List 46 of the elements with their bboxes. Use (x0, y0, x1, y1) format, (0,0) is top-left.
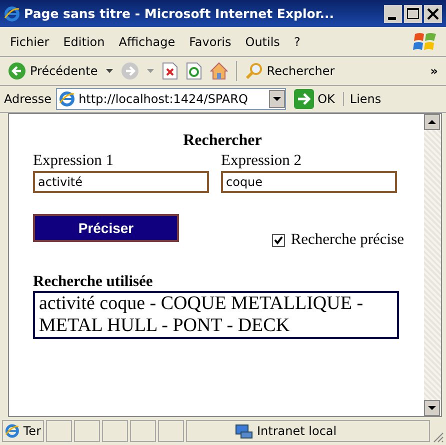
refresh-icon[interactable] (186, 62, 202, 80)
window-title: Page sans titre - Microsoft Internet Explor... (24, 6, 335, 21)
status-pane (74, 420, 100, 442)
status-pane (46, 420, 72, 442)
scrollbar[interactable] (424, 114, 441, 416)
close-icon[interactable] (424, 4, 442, 22)
browser-icon (4, 6, 20, 22)
home-icon[interactable] (210, 62, 228, 80)
resize-grip-icon[interactable] (432, 431, 444, 443)
dropdown-arrow-icon[interactable] (106, 69, 113, 73)
dropdown-icon[interactable] (268, 90, 285, 108)
status-pane (102, 420, 128, 442)
network-icon (235, 423, 253, 439)
page-icon (58, 91, 75, 107)
minimize-icon[interactable] (384, 4, 402, 22)
menu-item[interactable]: Favoris (189, 34, 232, 48)
result-title: Recherche utilisée (33, 273, 154, 291)
more-chevron[interactable]: » (430, 64, 438, 78)
stop-icon[interactable] (162, 62, 178, 80)
menu-item[interactable]: Fichier (10, 34, 50, 48)
menu-item[interactable]: Affichage (118, 34, 176, 48)
result-text: activité coque - COQUE METALLIQUE - METAL HULL - PONT - DECK (39, 293, 364, 336)
field-label: Expression 1 (33, 152, 115, 170)
back-button[interactable]: Précédente (8, 62, 98, 80)
status-text: Ter (23, 424, 41, 438)
checkbox[interactable] (272, 234, 285, 246)
form-title: Rechercher (182, 132, 263, 150)
refine-button[interactable]: Préciser (33, 214, 179, 242)
zone-text: Intranet local (257, 424, 337, 438)
maximize-icon[interactable] (404, 4, 422, 22)
menu-item[interactable]: ? (294, 34, 300, 48)
address-field[interactable]: http://localhost:1424/SPARQ (56, 88, 286, 110)
field-label: Expression 2 (221, 152, 303, 170)
checkbox-label: Recherche précise (290, 231, 404, 249)
text-field[interactable]: activité (33, 171, 209, 193)
magnifier-icon (244, 62, 263, 80)
address-label: Adresse (4, 92, 52, 106)
search-button[interactable]: Rechercher (244, 62, 335, 80)
menu-item[interactable]: Outils (245, 34, 280, 48)
status-pane (130, 420, 156, 442)
links-button[interactable]: Liens (342, 92, 382, 106)
text-field[interactable]: coque (221, 171, 397, 193)
page-icon (5, 423, 20, 439)
status-pane (158, 420, 184, 442)
menu-item[interactable]: Edition (63, 34, 105, 48)
go-button[interactable]: OK (290, 89, 339, 109)
